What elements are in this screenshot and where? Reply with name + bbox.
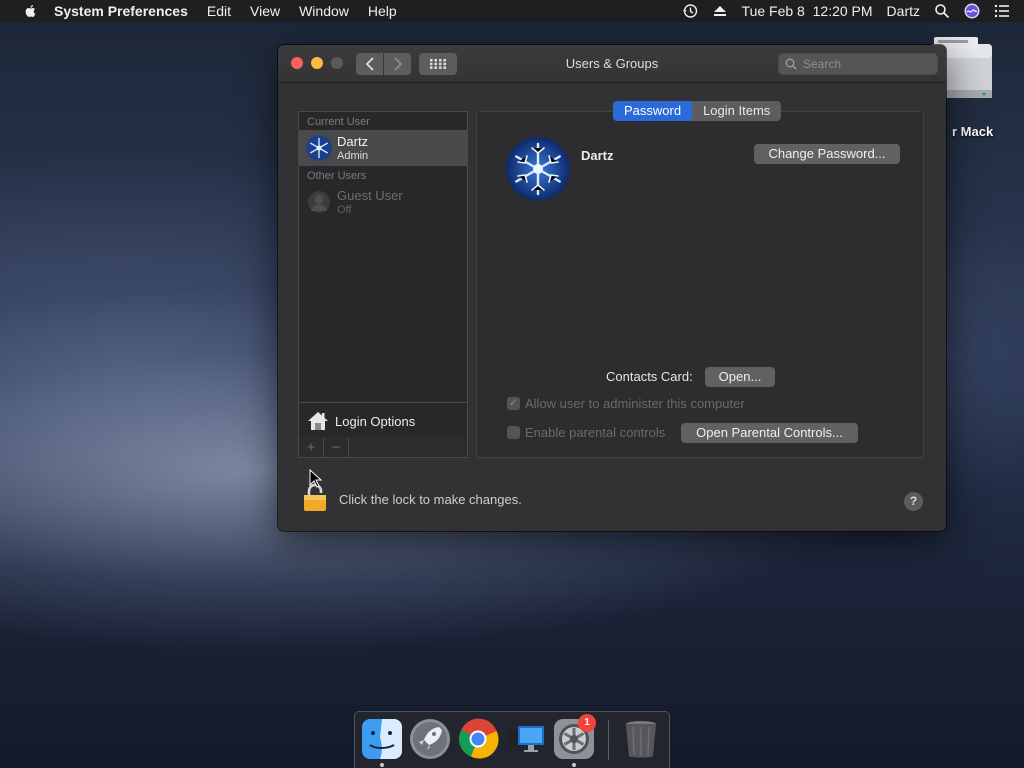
spotlight-search-icon[interactable] — [934, 3, 950, 19]
users-list: Current User Dartz Admin Other Users Gue… — [298, 111, 468, 457]
add-remove-bar: + − — [298, 437, 468, 458]
screen-sharing-icon[interactable] — [505, 718, 547, 760]
allow-admin-checkbox[interactable]: ✓ — [507, 397, 520, 410]
user-row-guest[interactable]: Guest User Off — [299, 184, 467, 220]
parental-controls-row: Enable parental controls — [507, 425, 665, 440]
mouse-cursor-icon — [309, 469, 323, 488]
tab-bar: Password Login Items — [613, 101, 782, 121]
menu-app-name[interactable]: System Preferences — [54, 3, 188, 19]
menu-help[interactable]: Help — [368, 3, 397, 19]
contacts-card-label: Contacts Card: — [606, 369, 693, 384]
guest-user-status: Off — [337, 204, 352, 216]
eject-icon[interactable] — [712, 3, 728, 19]
user-picture-icon[interactable] — [506, 137, 570, 201]
remove-user-button[interactable]: − — [324, 437, 349, 457]
title-bar[interactable]: Users & Groups — [278, 45, 946, 83]
open-parental-controls-button[interactable]: Open Parental Controls... — [681, 423, 858, 443]
current-user-header: Current User — [307, 116, 370, 128]
parental-controls-label: Enable parental controls — [525, 425, 666, 440]
allow-admin-label: Allow user to administer this computer — [525, 396, 745, 411]
search-icon — [785, 58, 797, 70]
finder-running-indicator — [380, 763, 384, 767]
change-password-button[interactable]: Change Password... — [754, 144, 900, 164]
guest-user-icon — [308, 191, 330, 213]
tab-login-items[interactable]: Login Items — [692, 101, 782, 121]
user-role: Admin — [337, 150, 369, 162]
chevron-right-icon — [393, 57, 402, 71]
close-button[interactable] — [291, 57, 303, 69]
snowflake-avatar-icon — [306, 135, 332, 161]
menu-clock[interactable]: Tue Feb 8 12:20 PM — [742, 3, 873, 19]
menu-view[interactable]: View — [250, 3, 280, 19]
menu-window[interactable]: Window — [299, 3, 349, 19]
search-input[interactable] — [801, 56, 925, 72]
lock-message: Click the lock to make changes. — [339, 492, 522, 507]
chevron-left-icon — [365, 57, 374, 71]
show-all-button[interactable] — [419, 53, 457, 75]
zoom-button[interactable] — [331, 57, 343, 69]
selected-user-name: Dartz — [581, 148, 614, 163]
disk-label[interactable]: r Mack — [952, 124, 993, 139]
other-users-header: Other Users — [307, 170, 367, 182]
search-field[interactable] — [778, 53, 938, 75]
open-contacts-button[interactable]: Open... — [705, 367, 775, 387]
menu-bar: System Preferences Edit View Window Help… — [0, 0, 1024, 22]
dock: 1 — [354, 711, 670, 768]
system-preferences-running-indicator — [572, 763, 576, 767]
house-icon — [308, 412, 328, 430]
system-preferences-badge: 1 — [578, 714, 596, 732]
tab-password[interactable]: Password — [613, 101, 693, 121]
login-options-label: Login Options — [335, 413, 416, 429]
navigation-buttons — [356, 53, 411, 75]
notification-center-icon[interactable] — [994, 3, 1010, 19]
minimize-button[interactable] — [311, 57, 323, 69]
forward-button[interactable] — [384, 53, 411, 75]
chrome-icon[interactable] — [457, 718, 499, 760]
users-groups-window: Users & Groups Current User Dartz Admin … — [278, 45, 946, 531]
add-user-button[interactable]: + — [299, 437, 324, 457]
dock-separator — [608, 720, 609, 760]
apple-menu-icon[interactable] — [20, 4, 40, 18]
siri-icon[interactable] — [964, 3, 980, 19]
allow-admin-row: ✓ Allow user to administer this computer — [507, 396, 745, 411]
launchpad-icon[interactable] — [409, 718, 451, 760]
help-button[interactable]: ? — [904, 492, 923, 511]
menu-user[interactable]: Dartz — [887, 3, 920, 19]
guest-user-name: Guest User — [337, 188, 403, 203]
time-machine-icon[interactable] — [682, 3, 698, 19]
trash-icon[interactable] — [620, 718, 662, 760]
back-button[interactable] — [356, 53, 383, 75]
menu-edit[interactable]: Edit — [207, 3, 231, 19]
finder-icon[interactable] — [361, 718, 403, 760]
user-name: Dartz — [337, 134, 369, 149]
user-row-dartz[interactable]: Dartz Admin — [299, 130, 467, 166]
grid-icon — [430, 59, 446, 69]
parental-controls-checkbox[interactable] — [507, 426, 520, 439]
login-options-item[interactable]: Login Options — [299, 402, 467, 439]
